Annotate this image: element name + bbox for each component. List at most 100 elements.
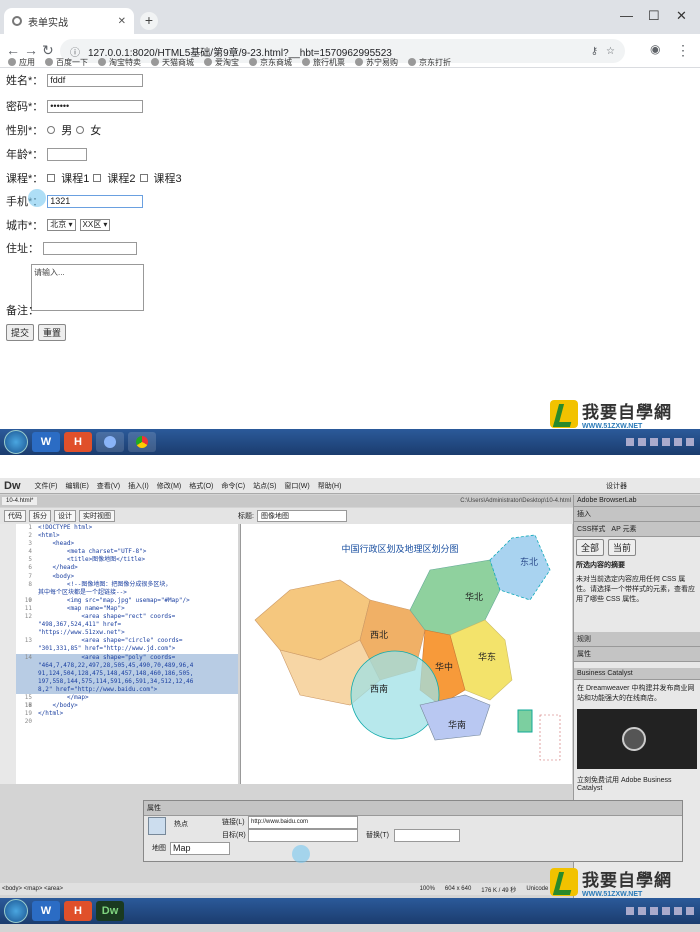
code-text: <!DOCTYPE html> (38, 524, 93, 531)
code-text: 197,558,144,575,114,591,66,591,34,512,12… (38, 677, 194, 685)
dw-menu-item[interactable]: 站点(S) (253, 481, 276, 491)
bookmark-item[interactable]: 京东商城 (249, 57, 292, 68)
code-line: 13 <area shape="circle" coords= (16, 637, 238, 645)
notes-textarea[interactable]: 请输入... (31, 264, 144, 311)
play-icon[interactable] (622, 727, 646, 751)
region-label-south: 华南 (448, 719, 466, 730)
code-editor[interactable]: 1 <!DOCTYPE html> 2 <html> 3 <head> 4 <meta c… (16, 524, 238, 784)
dw-menu-item[interactable]: 帮助(H) (318, 481, 342, 491)
close-icon[interactable]: ✕ (118, 16, 126, 27)
app-icon[interactable] (96, 432, 124, 452)
code-text: <area shape="rect" coords= (38, 613, 176, 621)
split-view-button[interactable]: 拆分 (29, 510, 51, 522)
current-button[interactable]: 当前 (608, 539, 637, 556)
region-southwest (350, 650, 440, 740)
maximize-icon[interactable]: ☐ (648, 8, 660, 24)
bookmark-item[interactable]: 苏宁易购 (355, 57, 398, 68)
bookmark-item[interactable]: 百度一下 (45, 57, 88, 68)
css-panel-tabs: CSS样式 AP 元素 (574, 522, 700, 537)
dw-menu-item[interactable]: 窗口(W) (284, 481, 309, 491)
catalyst-video[interactable] (577, 709, 697, 769)
bookmark-item[interactable]: 京东打折 (408, 57, 451, 68)
catalyst-cta[interactable]: 立刻免费试用 Adobe Business Catalyst (574, 772, 700, 795)
code-view-button[interactable]: 代码 (4, 510, 26, 522)
dw-menu-item[interactable]: 修改(M) (157, 481, 182, 491)
rules-header[interactable]: 规则 (574, 632, 700, 647)
line-number: 3 (28, 540, 32, 548)
bookmark-item[interactable]: 淘宝特卖 (98, 57, 141, 68)
properties-header[interactable]: 属性 (574, 647, 700, 662)
radio-female[interactable] (76, 126, 85, 134)
bookmark-icon (45, 58, 53, 66)
submit-button[interactable]: 提交 (6, 324, 35, 341)
name-label: 姓名*： (6, 75, 44, 87)
bookmarks-bar: 应用 百度一下 淘宝特卖 天猫商城 爱淘宝 京东商城 旅行机票 苏宁易购 京东打折 (0, 52, 700, 72)
radio-male[interactable] (47, 126, 56, 134)
target-select[interactable] (248, 829, 358, 842)
course1-checkbox[interactable] (47, 174, 56, 182)
dw-menu-item[interactable]: 查看(V) (97, 481, 120, 491)
chrome-icon[interactable] (128, 432, 156, 452)
city-select[interactable]: 北京 ▾ (47, 219, 76, 231)
course3-checkbox[interactable] (139, 174, 148, 182)
tag-selector[interactable]: <body> <map> <area> (2, 886, 63, 892)
hbuilder-icon[interactable]: H (64, 901, 92, 921)
dw-doc-tabs: 10-4.html* C:\Users\Administrator\Deskto… (0, 495, 575, 507)
catalyst-header[interactable]: Business Catalyst (574, 668, 700, 680)
bookmark-item[interactable]: 爱淘宝 (204, 57, 239, 68)
phone-input[interactable]: 1321 (47, 194, 144, 208)
watermark-logo: 我要自學網 WWW.51ZXW.NET (550, 398, 672, 430)
link-input[interactable]: http://www.baidu.com (248, 816, 358, 829)
wps-icon[interactable]: W (32, 901, 60, 921)
tab-ap-elements[interactable]: AP 元素 (611, 524, 636, 534)
name-input[interactable]: fddf (47, 73, 144, 87)
new-tab-button[interactable]: + (140, 12, 158, 30)
dw-menu-item[interactable]: 格式(O) (189, 481, 213, 491)
bookmark-label: 爱淘宝 (215, 57, 239, 67)
close-window-icon[interactable]: ✕ (676, 8, 687, 24)
design-view-button[interactable]: 设计 (54, 510, 76, 522)
browserlab-panel-header[interactable]: Adobe BrowserLab (574, 495, 700, 507)
live-view-button[interactable]: 实时视图 (79, 510, 115, 522)
windows-start-icon[interactable] (4, 430, 28, 454)
all-button[interactable]: 全部 (576, 539, 605, 556)
map-title: 中国行政区划及地理区划分图 (341, 543, 458, 555)
code-line: 6 </head> (16, 564, 238, 572)
course2-checkbox[interactable] (93, 174, 102, 182)
doc-title-label: 标题: (238, 513, 254, 520)
workspace-switcher[interactable]: 设计器 (606, 481, 627, 491)
wps-icon[interactable]: W (32, 432, 60, 452)
insert-panel-header[interactable]: 插入 (574, 507, 700, 522)
dreamweaver-icon[interactable]: Dw (96, 901, 124, 921)
address-input[interactable] (43, 241, 137, 255)
windows-start-icon[interactable] (4, 899, 28, 923)
props-title[interactable]: 属性 (144, 801, 682, 816)
gender-label: 性别*： (6, 125, 44, 137)
hbuilder-icon[interactable]: H (64, 432, 92, 452)
browser-tab[interactable]: 表单实战 ✕ (4, 8, 134, 34)
doc-tab[interactable]: 10-4.html* (2, 497, 38, 505)
minimize-icon[interactable]: — (620, 8, 633, 23)
map-name-input[interactable]: Map (170, 842, 230, 855)
password-input[interactable]: •••••• (47, 99, 144, 113)
code-line: 2 <html> (16, 532, 238, 540)
alt-input[interactable] (394, 829, 460, 842)
tab-css-styles[interactable]: CSS样式 (577, 524, 605, 534)
age-input[interactable] (47, 147, 88, 161)
dw-menu-item[interactable]: 插入(I) (128, 481, 149, 491)
zoom-level[interactable]: 100% (420, 886, 435, 892)
code-text: 91,124,504,128,475,148,457,148,460,186,5… (38, 669, 194, 677)
doc-title-input[interactable]: 图像地图 (256, 510, 347, 522)
dw-menu-item[interactable]: 命令(C) (221, 481, 245, 491)
reset-button[interactable]: 重置 (38, 324, 67, 341)
bookmark-item[interactable]: 天猫商城 (151, 57, 194, 68)
bookmark-item[interactable]: 旅行机票 (302, 57, 345, 68)
doc-path: C:\Users\Administrator\Desktop\10-4.html (460, 498, 571, 504)
china-map-image[interactable]: 中国行政区划及地理区划分图 西北 华北 东北 西南 华中 华东 华南 (250, 530, 565, 780)
dw-menu-item[interactable]: 文件(F) (35, 481, 58, 491)
code-text: <area shape="circle" coords= (38, 637, 183, 645)
bookmark-item[interactable]: 应用 (8, 57, 35, 68)
dw-menu-item[interactable]: 编辑(E) (65, 481, 88, 491)
bookmark-icon (408, 58, 416, 66)
district-select[interactable]: XX区 ▾ (79, 219, 111, 231)
